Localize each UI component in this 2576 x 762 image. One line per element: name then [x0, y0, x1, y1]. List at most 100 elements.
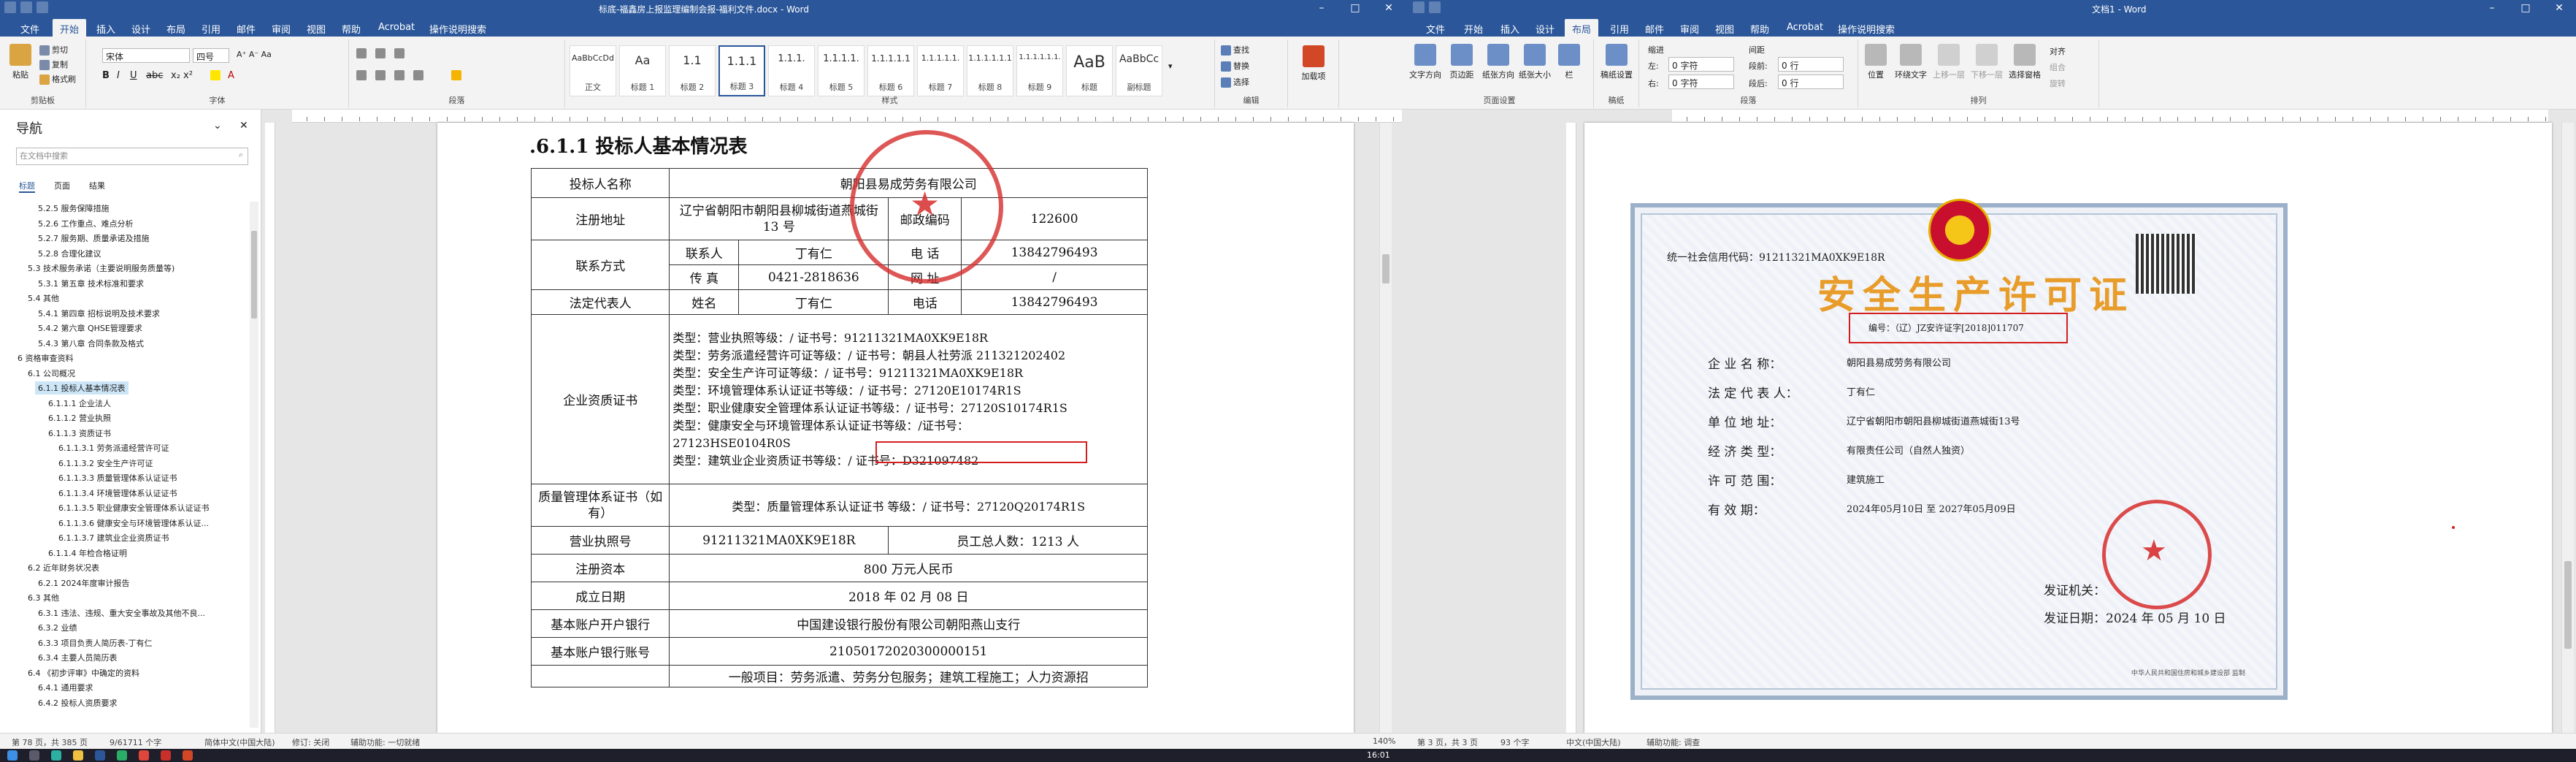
copy-button[interactable]: 复制	[39, 58, 68, 70]
tab-home[interactable]: 开始	[53, 19, 87, 39]
font-name-select[interactable]: 宋体	[102, 48, 190, 63]
page-count[interactable]: 第 3 页，共 3 页	[1417, 736, 1478, 748]
addin-button[interactable]: 加载项	[1295, 45, 1332, 82]
wps-icon[interactable]	[183, 750, 193, 761]
nav-heading-item[interactable]: 6.1 公司概况	[25, 367, 78, 380]
close-button[interactable]: ✕	[2542, 0, 2576, 16]
underline-button[interactable]: U	[130, 70, 137, 81]
selection-pane-button[interactable]: 选择窗格	[2007, 44, 2042, 80]
tab-review[interactable]: 审阅	[266, 20, 296, 37]
numbering-button[interactable]	[375, 48, 388, 58]
accessibility[interactable]: 辅助功能: 调查	[1647, 736, 1700, 748]
nav-heading-item[interactable]: 6.2.1 2024年度审计报告	[35, 576, 132, 590]
tell-me-search[interactable]: 操作说明搜索	[423, 20, 492, 37]
nav-heading-item[interactable]: 6.3.3 项目负责人简历表-丁有仁	[35, 636, 155, 649]
columns-button[interactable]: 栏	[1555, 44, 1584, 80]
autosave-icon[interactable]	[4, 1, 16, 13]
nav-heading-item[interactable]: 6.1.1 投标人基本情况表	[35, 381, 129, 395]
tab-references[interactable]: 引用	[1604, 20, 1635, 37]
nav-heading-item[interactable]: 5.4 其他	[25, 292, 62, 305]
accessibility[interactable]: 辅助功能: 一切就绪	[350, 736, 420, 748]
subscript-button[interactable]: x₂ x²	[171, 70, 193, 81]
indent-left-input[interactable]: 0 字符	[1668, 57, 1734, 72]
nav-heading-item[interactable]: 6.1.1.3.2 安全生产许可证	[55, 457, 156, 470]
align-left-button[interactable]	[356, 70, 369, 80]
tab-home[interactable]: 开始	[1458, 20, 1489, 37]
nav-heading-item[interactable]: 5.2.8 合理化建议	[35, 247, 104, 260]
start-icon[interactable]	[7, 750, 18, 761]
nav-heading-item[interactable]: 6.3.4 主要人员简历表	[35, 651, 120, 664]
nav-options-icon[interactable]: ⌄	[213, 120, 222, 132]
bold-button[interactable]: B	[102, 70, 110, 81]
rotate-button[interactable]: 旋转	[2050, 77, 2066, 89]
justify-button[interactable]	[413, 70, 426, 80]
tab-review[interactable]: 审阅	[1674, 20, 1705, 37]
nav-heading-item[interactable]: 5.4.2 第六章 QHSE管理要求	[35, 321, 145, 335]
right-doc-scroll-thumb[interactable]	[2564, 561, 2572, 649]
style-heading-6[interactable]: 1.1.1.1.1 标题 6	[867, 45, 914, 96]
position-button[interactable]: 位置	[1861, 44, 1890, 80]
tab-design[interactable]: 设计	[1530, 20, 1560, 37]
spacing-after-input[interactable]: 0 行	[1778, 75, 1844, 89]
font-size-select[interactable]: 四号	[193, 48, 229, 63]
nav-heading-item[interactable]: 6.1.1.3 资质证书	[45, 427, 114, 440]
tab-acrobat[interactable]: Acrobat	[372, 20, 421, 34]
format-painter-button[interactable]: 格式刷	[39, 73, 76, 85]
nav-heading-item[interactable]: 6.4.2 投标人资质要求	[35, 696, 120, 709]
nav-tab-headings[interactable]: 标题	[19, 180, 35, 193]
wrap-text-button[interactable]: 环绕文字	[1893, 44, 1928, 80]
nav-heading-item[interactable]: 6 资格审查资料	[15, 351, 77, 365]
text-direction-button[interactable]: 文字方向	[1408, 44, 1442, 80]
style-heading-7[interactable]: 1.1.1.1.1. 标题 7	[917, 45, 964, 96]
paste-button[interactable]: 粘贴	[6, 44, 35, 80]
tab-acrobat[interactable]: Acrobat	[1781, 20, 1829, 34]
style-heading-2[interactable]: 1.1 标题 2	[669, 45, 716, 96]
nav-heading-item[interactable]: 6.4.1 通用要求	[35, 681, 96, 694]
spacing-before-input[interactable]: 0 行	[1778, 57, 1844, 72]
styles-more-button[interactable]: ▾	[1168, 61, 1173, 71]
folder-icon[interactable]	[73, 750, 83, 761]
nav-heading-item[interactable]: 5.2.5 服务保障措施	[35, 202, 112, 215]
save-icon[interactable]	[20, 1, 32, 13]
cut-button[interactable]: 剪切	[39, 44, 68, 56]
grow-font-button[interactable]: A⁺ A⁻ Aa	[237, 50, 272, 59]
tab-design[interactable]: 设计	[126, 20, 156, 37]
select-button[interactable]: 选择	[1221, 76, 1249, 88]
word-count[interactable]: 9/61711 个字	[110, 736, 161, 748]
align-right-button[interactable]	[394, 70, 407, 80]
edge-icon[interactable]	[51, 750, 61, 761]
bring-forward-button[interactable]: 上移一层	[1931, 44, 1966, 80]
nav-heading-item[interactable]: 6.1.1.3.3 质量管理体系认证证书	[55, 471, 180, 484]
nav-heading-item[interactable]: 6.2 近年财务状况表	[25, 561, 102, 574]
left-doc-scroll-thumb[interactable]	[1382, 254, 1389, 283]
chrome-icon[interactable]	[139, 750, 149, 761]
maximize-button[interactable]: □	[1338, 0, 1372, 16]
right-doc-scrollbar[interactable]	[2561, 123, 2574, 733]
minimize-button[interactable]: –	[1305, 0, 1338, 16]
style-title[interactable]: AaB 标题	[1066, 45, 1113, 96]
nav-tab-results[interactable]: 结果	[89, 180, 105, 191]
clock[interactable]: 16:01	[1367, 750, 1390, 760]
indent-right-input[interactable]: 0 字符	[1668, 75, 1734, 89]
nav-heading-item[interactable]: 5.2.7 服务期、质量承诺及措施	[35, 232, 153, 245]
left-doc-scrollbar[interactable]	[1379, 123, 1392, 733]
nav-search-input[interactable]: 在文档中搜索 ⌕	[16, 148, 248, 165]
tab-insert[interactable]: 插入	[91, 20, 121, 37]
tab-view[interactable]: 视图	[301, 20, 331, 37]
nav-heading-item[interactable]: 6.1.1.2 营业执照	[45, 411, 114, 424]
style-heading-5[interactable]: 1.1.1.1. 标题 5	[818, 45, 865, 96]
nav-heading-item[interactable]: 6.1.1.3.1 劳务派遣经营许可证	[55, 441, 172, 454]
minimize-button[interactable]: –	[2475, 0, 2509, 16]
tab-mailings[interactable]: 邮件	[231, 20, 261, 37]
nav-heading-item[interactable]: 5.4.1 第四章 招标说明及技术要求	[35, 307, 163, 320]
tab-layout[interactable]: 布局	[161, 20, 191, 37]
search-icon[interactable]	[29, 750, 39, 761]
undo-icon[interactable]	[37, 1, 48, 13]
bullets-button[interactable]	[356, 48, 369, 58]
page-count[interactable]: 第 78 页，共 385 页	[12, 736, 88, 748]
strikethrough-button[interactable]: abc	[146, 70, 163, 81]
word-count[interactable]: 93 个字	[1500, 736, 1530, 748]
left-document-page[interactable]: .6.1.1 投标人基本情况表 投标人名称 朝阳县易成劳务有限公司 注册地址 辽…	[437, 123, 1354, 733]
nav-heading-item[interactable]: 5.4.3 第八章 合同条款及格式	[35, 337, 147, 350]
right-document-page[interactable]: 统一社会信用代码：91211321MA0XK9E18R 安全生产许可证 编号：（…	[1584, 123, 2552, 733]
